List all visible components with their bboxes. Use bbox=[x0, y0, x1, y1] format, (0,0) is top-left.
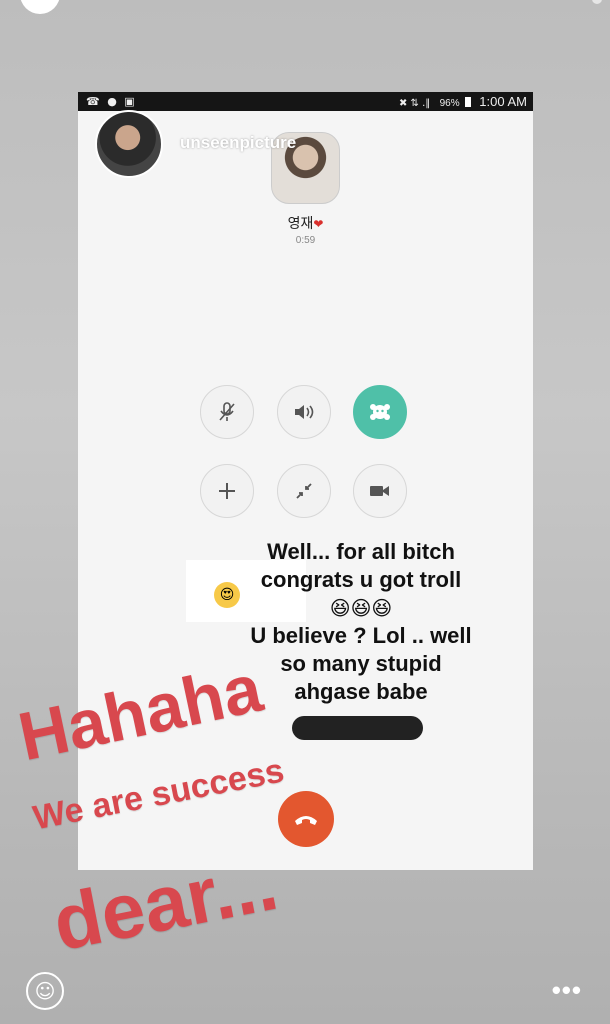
call-screenshot: ☎ ● ▣ ✖ ⇅ .‖ 96% 1:00 AM 영재❤ 0:59 bbox=[78, 92, 533, 870]
mute-icon bbox=[219, 402, 235, 421]
video-button[interactable] bbox=[353, 464, 407, 518]
message-line-4: so many stupid bbox=[280, 651, 442, 676]
message-line-2: congrats u got troll bbox=[260, 567, 462, 592]
caller-name: 영재❤ bbox=[78, 213, 533, 233]
corner-indicator bbox=[592, 0, 602, 4]
add-icon bbox=[219, 483, 235, 499]
mute-button[interactable] bbox=[200, 385, 254, 439]
call-timer: 0:59 bbox=[295, 235, 316, 246]
caller-name-text: 영재 bbox=[287, 215, 314, 231]
story-progress-dot bbox=[20, 0, 60, 14]
story-message: Well... for all bitch congrats u got tro… bbox=[236, 538, 486, 706]
story-username[interactable]: unseenpicture bbox=[180, 133, 296, 153]
sticker-icon bbox=[370, 404, 390, 420]
add-call-button[interactable] bbox=[200, 464, 254, 518]
speaker-icon bbox=[295, 405, 314, 419]
message-line-5: ahgase babe bbox=[294, 679, 428, 704]
end-call-button[interactable] bbox=[278, 791, 334, 847]
signal-icons: ✖ ⇅ .‖ bbox=[398, 98, 431, 109]
more-options-icon[interactable]: ••• bbox=[552, 975, 582, 1006]
status-right: ✖ ⇅ .‖ 96% 1:00 AM bbox=[399, 92, 527, 113]
smile-icon[interactable]: ☺ bbox=[26, 972, 64, 1010]
message-line-1: Well... for all bitch bbox=[267, 539, 455, 564]
profile-avatar-icon[interactable] bbox=[95, 110, 163, 178]
minimize-button[interactable] bbox=[277, 464, 331, 518]
status-left-icons: ☎ ● ▣ bbox=[86, 95, 137, 108]
heart-icon: ❤ bbox=[313, 217, 324, 231]
sticker-button[interactable] bbox=[353, 385, 407, 439]
speaker-button[interactable] bbox=[277, 385, 331, 439]
laughing-emoji-icon: 😆😆😆 bbox=[329, 596, 393, 620]
minimize-icon bbox=[296, 483, 312, 499]
battery-icon bbox=[464, 97, 471, 107]
video-icon bbox=[370, 486, 389, 496]
message-line-3: U believe ? Lol .. well bbox=[250, 623, 472, 648]
redaction-bar bbox=[292, 716, 423, 740]
status-bar: ☎ ● ▣ ✖ ⇅ .‖ 96% 1:00 AM bbox=[78, 92, 533, 111]
status-time: 1:00 AM bbox=[479, 94, 527, 109]
battery-percent: 96% bbox=[439, 98, 460, 109]
end-call-icon bbox=[295, 816, 317, 825]
